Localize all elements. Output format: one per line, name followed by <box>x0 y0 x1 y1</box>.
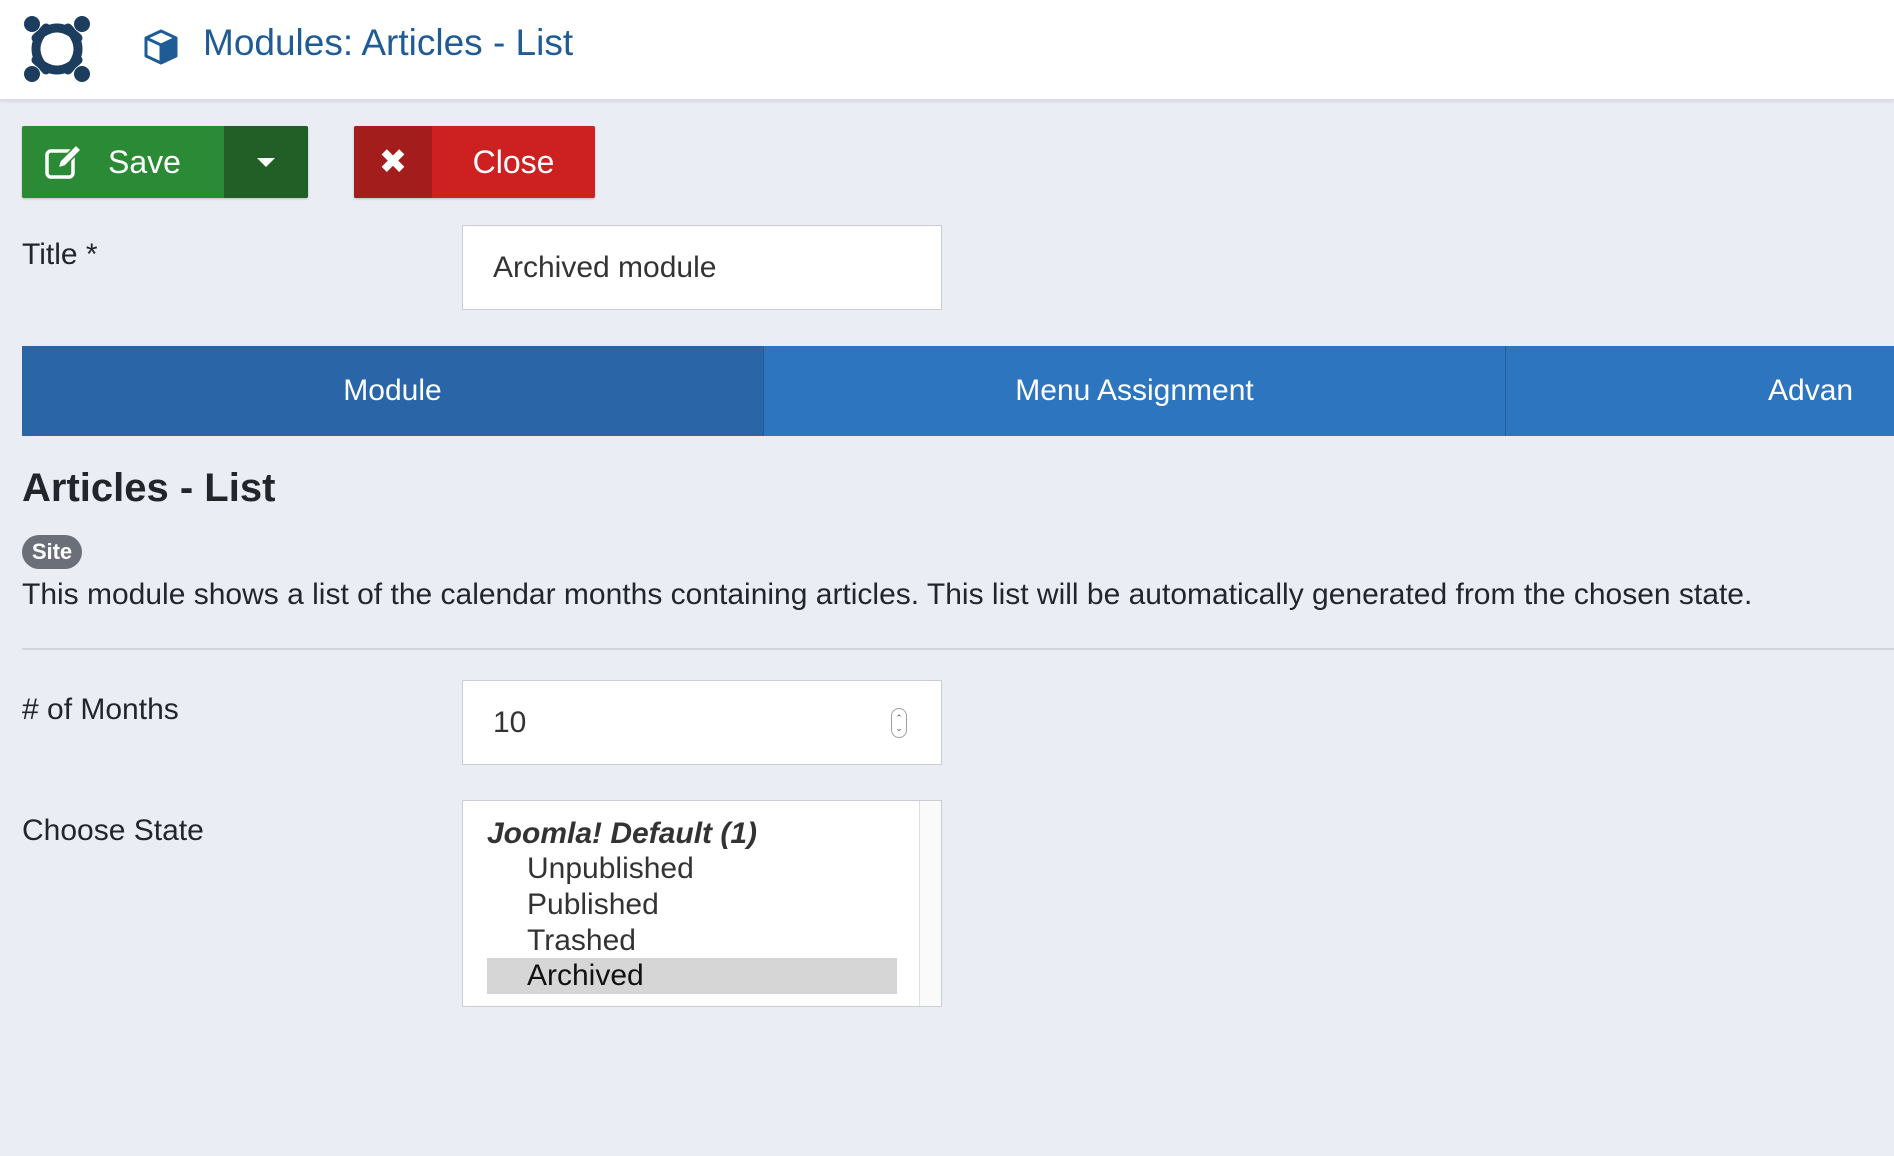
state-option-published[interactable]: Published <box>487 887 897 923</box>
state-label: Choose State <box>22 814 204 847</box>
state-option-trashed[interactable]: Trashed <box>487 923 897 959</box>
tab-bar: Module Menu Assignment Advan <box>22 346 1894 436</box>
joomla-logo-icon[interactable] <box>22 14 92 84</box>
title-label: Title * <box>22 238 98 271</box>
module-type-heading: Articles - List <box>22 466 276 510</box>
close-button-label: Close <box>472 143 555 180</box>
site-badge: Site <box>22 535 82 569</box>
caret-down-icon <box>257 157 275 167</box>
module-description: This module shows a list of the calendar… <box>22 578 1753 611</box>
divider <box>22 648 1894 650</box>
save-button-label: Save <box>108 143 181 180</box>
months-value: 10 <box>493 705 527 739</box>
close-button[interactable]: ✖ Close <box>354 126 595 198</box>
months-label: # of Months <box>22 693 179 726</box>
tab-module[interactable]: Module <box>22 346 764 436</box>
number-spinner-icon[interactable]: ⌃ ⌄ <box>891 708 907 738</box>
save-button[interactable]: Save <box>22 126 224 198</box>
save-dropdown-toggle[interactable] <box>224 126 308 198</box>
state-multiselect[interactable]: Joomla! Default (1) Unpublished Publishe… <box>462 800 942 1007</box>
close-icon: ✖ <box>354 126 432 198</box>
state-option-unpublished[interactable]: Unpublished <box>487 851 897 887</box>
title-input[interactable] <box>462 225 942 310</box>
tab-advanced[interactable]: Advan <box>1506 346 1894 436</box>
list-scrollbar[interactable] <box>919 801 941 1006</box>
header-bar: Modules: Articles - List <box>0 0 1894 100</box>
state-optgroup: Joomla! Default (1) <box>487 817 758 850</box>
tab-menu-assignment[interactable]: Menu Assignment <box>764 346 1506 436</box>
cube-icon <box>144 29 178 65</box>
page-title: Modules: Articles - List <box>203 22 574 63</box>
edit-icon <box>45 143 83 179</box>
save-button-group[interactable]: Save <box>22 126 308 198</box>
months-number-input[interactable]: 10 ⌃ ⌄ <box>462 680 942 765</box>
state-option-archived[interactable]: Archived <box>487 958 897 994</box>
